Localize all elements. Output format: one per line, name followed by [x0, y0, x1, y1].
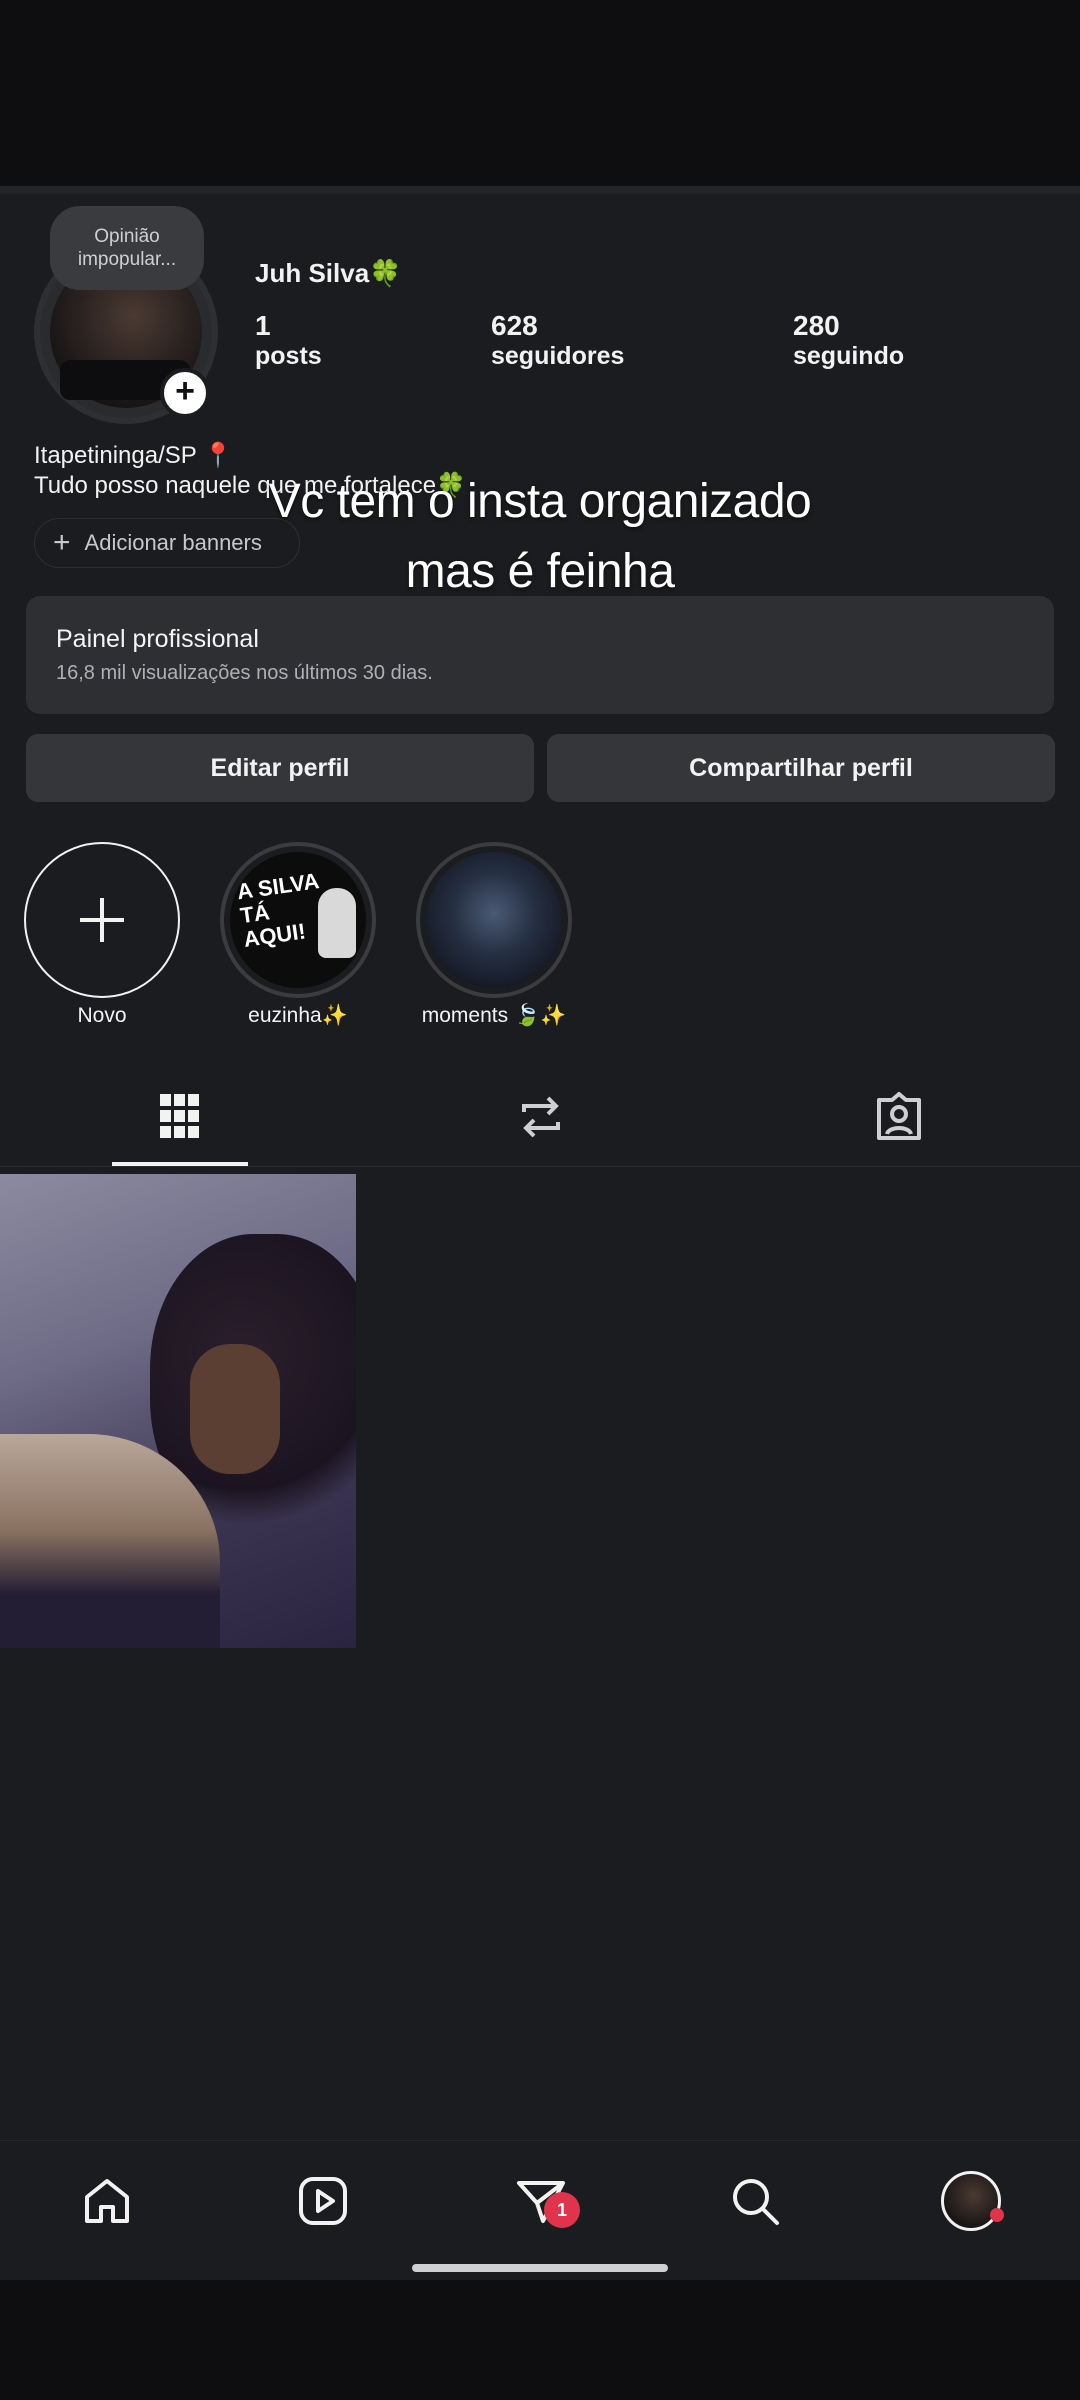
highlight-moments-label: moments 🍃✨ — [421, 1004, 567, 1027]
highlight-new[interactable] — [24, 842, 180, 998]
home-indicator[interactable] — [412, 2264, 668, 2272]
highlight-euzinha-cover: A SILVA TÁ AQUI! — [230, 852, 366, 988]
stat-posts-label: posts — [255, 342, 322, 370]
panel-subtitle: 16,8 mil visualizações nos últimos 30 di… — [56, 662, 433, 684]
stat-followers-value: 628 — [491, 310, 538, 341]
panel-title: Painel profissional — [56, 625, 259, 653]
highlight-moments-cover — [426, 852, 562, 988]
grid-icon[interactable] — [158, 1092, 202, 1140]
stat-following-value: 280 — [793, 310, 840, 341]
highlight-new-label: Novo — [77, 1004, 127, 1027]
overlay-caption-line1: Vc tem o insta organizado — [268, 475, 812, 528]
reposts-icon[interactable] — [518, 1092, 564, 1142]
cover-figure — [318, 888, 356, 958]
edit-profile-button[interactable]: Editar perfil — [26, 734, 534, 802]
share-profile-button[interactable]: Compartilhar perfil — [547, 734, 1055, 802]
search-icon[interactable] — [720, 2166, 790, 2236]
stat-following-label: seguindo — [793, 342, 905, 370]
display-name: Juh Silva🍀 — [255, 258, 402, 288]
overlay-caption-line2: mas é feinha — [405, 545, 675, 598]
post-thumbnail[interactable] — [0, 1174, 356, 1648]
add-story-plus-icon[interactable]: + — [160, 368, 210, 418]
highlight-euzinha[interactable]: A SILVA TÁ AQUI! — [220, 842, 376, 998]
status-bar-area — [0, 0, 1080, 188]
reels-icon[interactable] — [288, 2166, 358, 2236]
tagged-icon[interactable] — [874, 1090, 924, 1142]
home-icon[interactable] — [72, 2166, 142, 2236]
stat-following[interactable]: 280 seguindo — [793, 310, 904, 371]
plus-icon — [80, 898, 124, 942]
profile-notification-dot — [990, 2208, 1004, 2222]
messages-badge: 1 — [544, 2192, 580, 2228]
system-bottom-area — [0, 2280, 1080, 2400]
stat-posts[interactable]: 1 posts — [255, 310, 322, 371]
highlight-moments[interactable] — [416, 842, 572, 998]
note-text: Opinião impopular... — [77, 226, 177, 270]
stat-posts-value: 1 — [255, 310, 271, 341]
highlight-euzinha-label: euzinha✨ — [248, 1004, 348, 1027]
profile-avatar[interactable] — [936, 2166, 1006, 2236]
post-face — [190, 1344, 280, 1474]
bio-location: Itapetininga/SP 📍 — [34, 442, 233, 469]
note-bubble[interactable]: Opinião impopular... — [50, 206, 204, 290]
tabs-divider — [0, 1166, 1080, 1167]
divider — [0, 186, 1080, 194]
stat-followers-label: seguidores — [491, 342, 625, 370]
stat-followers[interactable]: 628 seguidores — [491, 310, 624, 371]
professional-dashboard-panel[interactable] — [26, 596, 1054, 714]
